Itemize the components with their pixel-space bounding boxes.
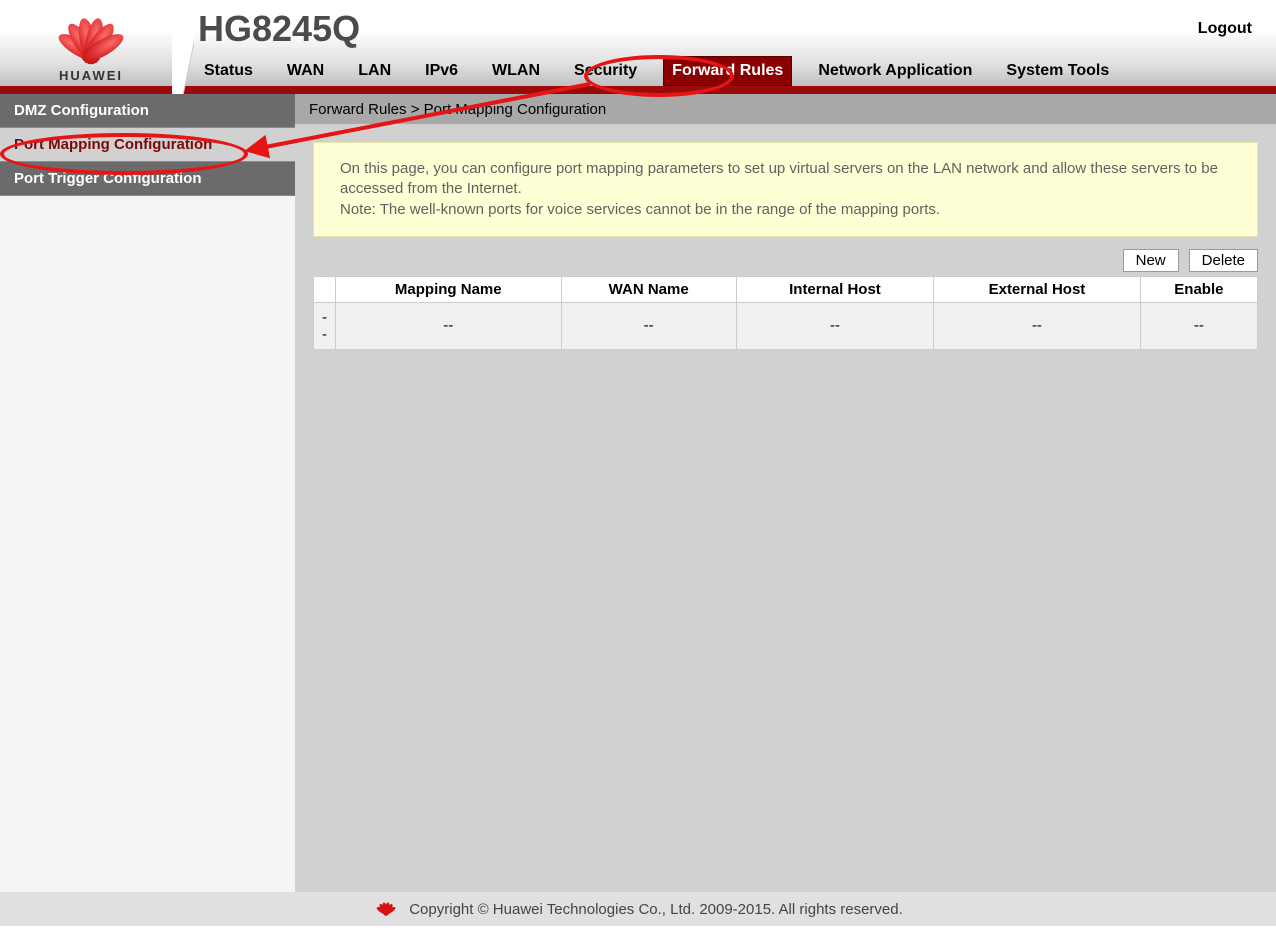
col-select xyxy=(314,276,336,302)
huawei-petal-icon xyxy=(46,12,136,70)
tab-system-tools[interactable]: System Tools xyxy=(998,56,1117,86)
col-wan-name: WAN Name xyxy=(561,276,736,302)
annotation-arrow-icon xyxy=(240,82,600,162)
cell-enable: -- xyxy=(1140,302,1257,349)
col-internal-host: Internal Host xyxy=(736,276,933,302)
header-divider xyxy=(172,0,194,94)
info-line-1: On this page, you can configure port map… xyxy=(340,160,1218,197)
logout-link[interactable]: Logout xyxy=(1198,20,1252,38)
brand-logo: HUAWEI xyxy=(16,6,166,88)
main: Forward Rules > Port Mapping Configurati… xyxy=(295,94,1276,892)
content-area: On this page, you can configure port map… xyxy=(295,124,1276,892)
delete-button[interactable]: Delete xyxy=(1189,249,1258,272)
table-row[interactable]: -- -- -- -- -- -- xyxy=(314,302,1258,349)
annotation-circle-port-mapping xyxy=(0,133,248,175)
cell-internal-host: -- xyxy=(736,302,933,349)
footer: Copyright © Huawei Technologies Co., Ltd… xyxy=(0,892,1276,926)
port-mapping-table: Mapping Name WAN Name Internal Host Exte… xyxy=(313,276,1258,350)
cell-external-host: -- xyxy=(934,302,1141,349)
cell-mapping-name: -- xyxy=(336,302,562,349)
footer-text: Copyright © Huawei Technologies Co., Ltd… xyxy=(409,901,903,918)
table-toolbar: New Delete xyxy=(313,249,1258,272)
footer-huawei-icon xyxy=(373,900,399,918)
sidebar: DMZ Configuration Port Mapping Configura… xyxy=(0,94,295,892)
col-enable: Enable xyxy=(1140,276,1257,302)
col-external-host: External Host xyxy=(934,276,1141,302)
info-line-2: Note: The well-known ports for voice ser… xyxy=(340,201,940,218)
body: DMZ Configuration Port Mapping Configura… xyxy=(0,94,1276,892)
cell-select[interactable]: -- xyxy=(314,302,336,349)
cell-wan-name: -- xyxy=(561,302,736,349)
brand-name: HUAWEI xyxy=(59,68,123,83)
col-mapping-name: Mapping Name xyxy=(336,276,562,302)
new-button[interactable]: New xyxy=(1123,249,1179,272)
tab-network-application[interactable]: Network Application xyxy=(810,56,980,86)
annotation-circle-forward-rules xyxy=(584,55,734,97)
table-header-row: Mapping Name WAN Name Internal Host Exte… xyxy=(314,276,1258,302)
device-model: HG8245Q xyxy=(198,8,360,50)
